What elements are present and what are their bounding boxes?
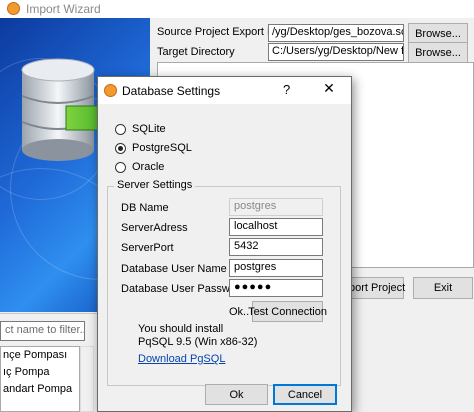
app-icon (104, 84, 117, 97)
close-button[interactable]: ✕ (320, 80, 338, 97)
test-connection-button[interactable]: Test Connection (248, 301, 327, 322)
divider (0, 313, 98, 314)
db-user-name-label: Database User Name (121, 263, 227, 275)
server-address-label: ServerAdress (121, 222, 188, 234)
server-port-label: ServerPort (121, 242, 174, 254)
source-file-field[interactable]: /yg/Desktop/ges_bozova.scaexp (268, 24, 404, 42)
item-list[interactable]: nçe Pompası ıç Pompa andart Pompa (0, 346, 80, 412)
install-hint-line2: PqSQL 9.5 (Win x86-32) (138, 336, 258, 348)
list-scrollbar[interactable] (80, 346, 94, 412)
radio-circle[interactable] (115, 161, 126, 173)
radio-sqlite-label: SQLite (132, 123, 166, 135)
browse-target-button[interactable]: Browse... (408, 42, 468, 64)
list-item[interactable]: ıç Pompa (1, 364, 79, 381)
database-settings-dialog: Database Settings ? ✕ SQLite PostgreSQL … (97, 76, 352, 412)
radio-sqlite[interactable]: SQLite (115, 123, 166, 135)
app-icon (7, 2, 20, 15)
wizard-title: Import Wizard (26, 2, 101, 16)
wizard-titlebar: Import Wizard (0, 0, 474, 18)
db-user-name-field[interactable]: postgres (229, 259, 323, 277)
dialog-title: Database Settings (122, 84, 221, 98)
db-name-label: DB Name (121, 202, 169, 214)
db-user-password-label: Database User Password (121, 283, 246, 295)
target-directory-field[interactable]: C:/Users/yg/Desktop/New folder (268, 43, 404, 61)
db-name-field: postgres (229, 198, 323, 216)
list-item[interactable]: andart Pompa (1, 381, 79, 398)
server-port-field[interactable]: 5432 (229, 238, 323, 256)
filter-input[interactable]: ct name to filter... (0, 321, 85, 341)
radio-oracle[interactable]: Oracle (115, 161, 164, 173)
source-file-label: Source Project Export File (157, 26, 285, 38)
radio-oracle-label: Oracle (132, 161, 165, 173)
list-item[interactable]: nçe Pompası (1, 347, 79, 364)
connection-status-text: Ok.. (229, 306, 250, 318)
radio-postgresql-label: PostgreSQL (132, 142, 192, 154)
server-settings-legend: Server Settings (114, 179, 196, 191)
radio-postgresql[interactable]: PostgreSQL (115, 142, 192, 154)
cancel-button[interactable]: Cancel (273, 384, 337, 405)
install-hint-line1: You should install (138, 323, 224, 335)
exit-button[interactable]: Exit (413, 277, 473, 299)
radio-circle-selected[interactable] (115, 142, 126, 154)
ok-button[interactable]: Ok (205, 384, 268, 405)
db-user-password-field[interactable]: ●●●●● (229, 279, 323, 297)
help-button[interactable]: ? (283, 82, 290, 97)
radio-circle[interactable] (115, 123, 126, 135)
download-pgsql-link[interactable]: Download PgSQL (138, 353, 225, 365)
server-address-field[interactable]: localhost (229, 218, 323, 236)
dialog-titlebar: Database Settings ? ✕ (98, 77, 351, 104)
target-directory-label: Target Directory (157, 46, 235, 58)
